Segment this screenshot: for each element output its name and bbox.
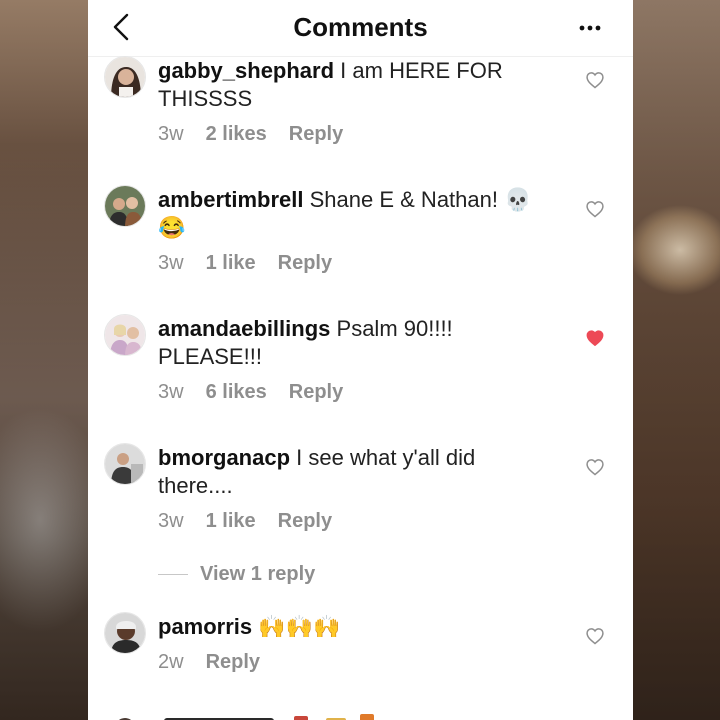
comment-likes[interactable]: 1 like [206, 510, 256, 533]
more-options-button[interactable] [575, 14, 605, 42]
reply-button[interactable]: Reply [206, 651, 260, 674]
background-right-edge [633, 0, 720, 720]
background-left-edge [0, 0, 88, 720]
divider-line [158, 573, 188, 575]
comment-username[interactable]: amandaebillings [158, 316, 330, 341]
avatar[interactable] [104, 443, 146, 485]
reply-button[interactable]: Reply [289, 123, 343, 146]
comment-time: 3w [158, 123, 184, 145]
heart-filled-icon[interactable] [585, 328, 605, 348]
comment-meta: 3w 1 like Reply [158, 252, 332, 275]
comment-time: 3w [158, 381, 184, 403]
comment-likes[interactable]: 6 likes [206, 381, 267, 404]
comment-meta: 3w 1 like Reply [158, 510, 332, 533]
comment-text: gabby_shephard I am HERE FOR THISSSS [158, 57, 568, 113]
comment-likes[interactable]: 1 like [206, 252, 256, 275]
reply-button[interactable]: Reply [278, 510, 332, 533]
avatar[interactable] [104, 56, 146, 98]
next-comment-partial [88, 706, 633, 720]
view-replies-button[interactable]: View 1 reply [158, 562, 315, 586]
comment-username[interactable]: bmorganacp [158, 445, 290, 470]
comment-meta: 3w 6 likes Reply [158, 381, 343, 404]
reply-button[interactable]: Reply [289, 381, 343, 404]
heart-outline-icon[interactable] [585, 626, 605, 646]
avatar[interactable] [104, 185, 146, 227]
avatar[interactable] [104, 314, 146, 356]
comment-time: 2w [158, 651, 184, 673]
header-bar: Comments [88, 0, 633, 57]
comment-likes[interactable]: 2 likes [206, 123, 267, 146]
comment-meta: 3w 2 likes Reply [158, 123, 343, 146]
view-replies-label: View 1 reply [200, 562, 316, 585]
heart-outline-icon[interactable] [585, 199, 605, 219]
comment-username[interactable]: ambertimbrell [158, 187, 304, 212]
comment-username[interactable]: gabby_shephard [158, 58, 334, 83]
comment-text: amandaebillings Psalm 90!!!! PLEASE!!! [158, 315, 488, 371]
heart-outline-icon[interactable] [585, 70, 605, 90]
avatar[interactable] [104, 612, 146, 654]
comment-time: 3w [158, 252, 184, 274]
comment-body: 🙌🙌🙌 [258, 614, 341, 639]
comment-meta: 2w Reply [158, 651, 260, 674]
comment-text: ambertimbrell Shane E & Nathan! 💀 😂 [158, 186, 558, 242]
comments-screen: Comments gabby_shephard I am HERE FOR TH… [88, 0, 633, 720]
more-dots-icon [579, 25, 601, 31]
page-title: Comments [293, 12, 428, 42]
comment-username[interactable]: pamorris [158, 614, 252, 639]
comment-text: pamorris 🙌🙌🙌 [158, 613, 568, 641]
reply-button[interactable]: Reply [278, 252, 332, 275]
heart-outline-icon[interactable] [585, 457, 605, 477]
comment-time: 3w [158, 510, 184, 532]
comment-text: bmorganacp I see what y'all did there...… [158, 444, 518, 500]
